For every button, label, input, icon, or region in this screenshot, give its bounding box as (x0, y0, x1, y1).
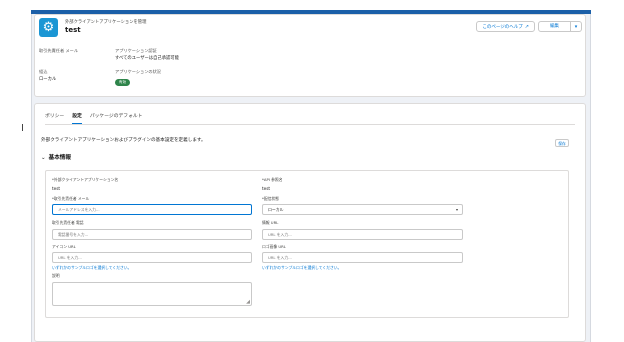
logo-url-field[interactable] (262, 252, 463, 263)
app-name-value[interactable]: test (52, 186, 60, 191)
section-title: 基本情報 (48, 155, 71, 161)
distribution-label: *配信状態 (262, 196, 280, 201)
tab-divider (45, 124, 575, 125)
tab-bar: ポリシー 設定 パッケージのデフォルト (45, 112, 142, 124)
contact-phone-label: 取引先責任者 電話 (52, 220, 84, 225)
distribution-select-value: ローカル (268, 207, 284, 212)
distribution-header-value: ローカル (39, 77, 57, 82)
section-header-basic-info[interactable]: ⌄ 基本情報 (41, 153, 71, 161)
api-name-label: *API 参照名 (262, 177, 283, 182)
app-auth-header-value: すべてのユーザーは自己承認可能 (115, 56, 179, 61)
object-label: 外部クライアントアプリケーションを管理 (65, 20, 147, 25)
distribution-header-label: 組込 (39, 69, 48, 74)
contact-email-label: *取引先責任者 メール (52, 196, 90, 201)
app-name-label: *外部クライアントアプリケーション名 (52, 177, 119, 182)
status-badge: 有効 (115, 79, 130, 86)
chevron-down-icon: ▾ (574, 24, 578, 30)
external-link-icon: ↗ (524, 24, 529, 30)
chevron-down-icon: ⌄ (41, 155, 46, 161)
tab-settings[interactable]: 設定 (72, 112, 82, 124)
page-title: test (65, 26, 81, 34)
resize-handle-icon[interactable]: ◢ (246, 300, 250, 305)
app-status-header-label: アプリケーションの状況 (115, 69, 161, 74)
help-button[interactable]: このページのヘルプ ↗ (476, 21, 535, 32)
gear-icon: ⚙ (39, 18, 58, 37)
logo-url-label: ロゴ画像 URL (262, 244, 286, 249)
distribution-select[interactable]: ローカル ▾ (262, 204, 463, 215)
intro-text: 外部クライアントアプリケーションおよびプラグインの基本設定を定義します。 (41, 138, 206, 143)
logo-sample-link[interactable]: いずれかのサンプルロゴを選択してください。 (262, 265, 341, 271)
edit-button[interactable]: 編集 (538, 21, 571, 32)
description-label: 説明 (52, 273, 60, 278)
description-textarea[interactable]: ◢ (52, 282, 252, 306)
icon-url-field[interactable] (52, 252, 252, 263)
tab-policies[interactable]: ポリシー (45, 112, 64, 124)
app-auth-header-label: アプリケーション認証 (115, 48, 157, 53)
contact-email-field[interactable] (52, 204, 252, 215)
api-name-value: test (262, 186, 271, 191)
tab-package-defaults[interactable]: パッケージのデフォルト (90, 112, 143, 124)
record-header: ⚙ 外部クライアントアプリケーションを管理 test このページのヘルプ ↗ 編集… (34, 14, 586, 97)
text-cursor (22, 124, 23, 131)
settings-card: ポリシー 設定 パッケージのデフォルト 外部クライアントアプリケーションおよびプ… (34, 103, 586, 342)
icon-url-label: アイコン URL (52, 244, 76, 249)
help-button-label: このページのヘルプ (482, 25, 523, 30)
contact-email-header-label: 取引先責任者 メール (39, 48, 79, 53)
basic-info-section: *外部クライアントアプリケーション名 test *取引先責任者 メール 取引先責… (45, 170, 569, 318)
chevron-down-icon: ▾ (455, 207, 458, 212)
info-url-field[interactable] (262, 229, 463, 240)
save-button[interactable]: 保存 (555, 139, 569, 147)
more-actions-button[interactable]: ▾ (571, 21, 582, 32)
contact-phone-field[interactable] (52, 229, 252, 240)
info-url-label: 情報 URL (262, 220, 279, 225)
icon-sample-link[interactable]: いずれかのサンプルロゴを選択してください。 (52, 265, 131, 271)
